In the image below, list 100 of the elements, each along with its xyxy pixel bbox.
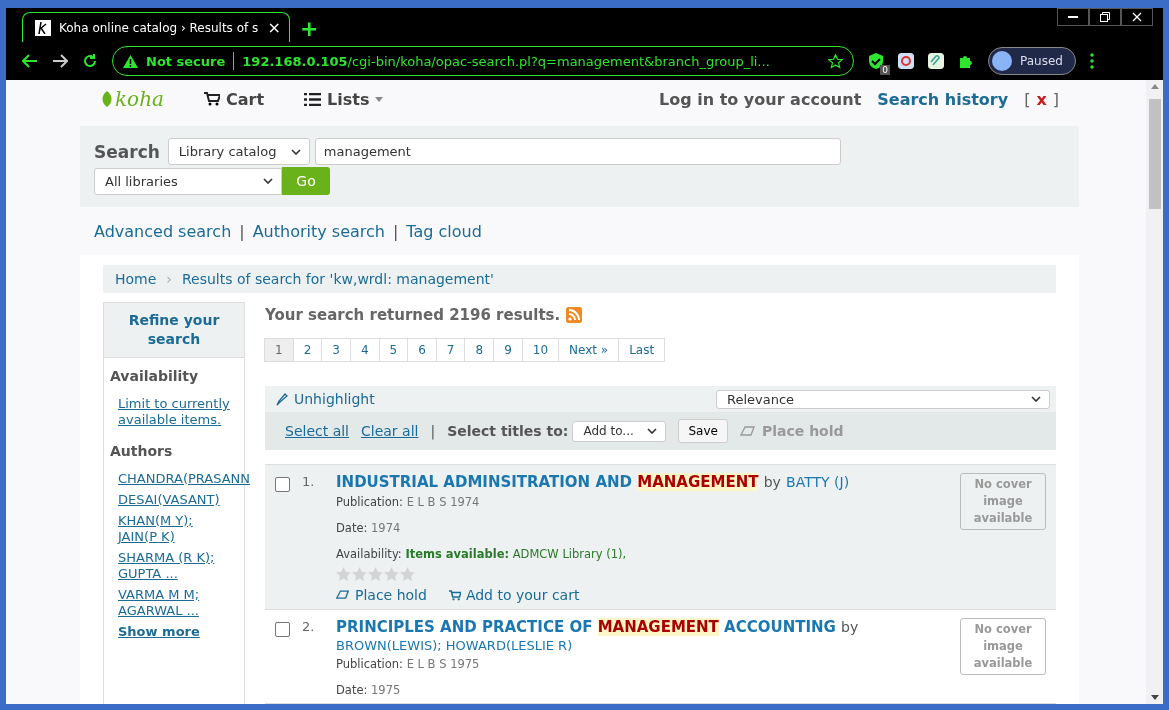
select-all-link[interactable]: Select all — [285, 423, 349, 439]
login-link[interactable]: Log in to your account — [658, 89, 862, 109]
minimize-button[interactable] — [1057, 8, 1089, 26]
clear-history-button[interactable]: x — [1036, 89, 1047, 109]
search-link[interactable]: Authority search — [252, 221, 385, 241]
save-button[interactable]: Save — [678, 419, 728, 443]
camera-extension-icon[interactable] — [898, 53, 914, 69]
cart-link[interactable]: Cart — [203, 89, 265, 109]
facet-link[interactable]: DESAI(VASANT) — [118, 492, 228, 508]
search-history-link[interactable]: Search history — [877, 89, 1009, 109]
no-cover-text: No cover image available — [973, 622, 1033, 670]
facet-link[interactable]: KHAN(M Y); JAIN(P K) — [118, 513, 228, 545]
close-icon — [1132, 12, 1142, 22]
search-link[interactable]: Tag cloud — [406, 221, 482, 241]
breadcrumb-link[interactable]: Home — [115, 271, 157, 287]
author-link[interactable]: BROWN(LEWIS); HOWARD(LESLIE R) — [336, 638, 948, 653]
facet-heading: Authors — [110, 443, 174, 459]
search-link[interactable]: Advanced search — [94, 221, 232, 241]
record-title[interactable]: PRINCIPLES AND PRACTICE OF MANAGEMENT ACCOUNTING by — [336, 618, 948, 636]
separator-text: | — [239, 221, 245, 241]
results-summary: Your search returned 2196 results. — [265, 306, 561, 324]
page-link[interactable]: Last — [618, 338, 666, 362]
security-label: Not secure — [146, 53, 226, 69]
page-link[interactable]: 3 — [321, 338, 351, 362]
browser-tab[interactable]: Koha online catalog › Results of s × — [22, 12, 290, 42]
show-more-link[interactable]: Show more — [118, 624, 244, 640]
profile-button[interactable]: Paused — [988, 47, 1076, 75]
unhighlight-link[interactable]: Unhighlight — [275, 391, 375, 407]
facet-link[interactable]: Limit to currently available items. — [118, 396, 230, 428]
place-hold-link[interactable]: Place hold — [336, 587, 427, 603]
page-link[interactable]: Next » — [558, 338, 620, 362]
scope-dropdown[interactable]: Library catalog — [167, 138, 310, 165]
rating-star-icon[interactable] — [384, 567, 399, 581]
record-number: 2. — [302, 618, 316, 636]
breadcrumb-separator: › — [166, 271, 172, 287]
library-dropdown[interactable]: All libraries — [94, 167, 282, 195]
new-tab-button[interactable]: + — [300, 15, 319, 41]
publication-text: Publication: E L B S 1975 — [336, 657, 481, 671]
rating-star-icon[interactable] — [352, 567, 367, 581]
restore-icon — [1100, 12, 1110, 22]
clear-all-link[interactable]: Clear all — [361, 423, 419, 439]
rating-star-icon[interactable] — [368, 567, 383, 581]
separator-text: | — [392, 221, 399, 241]
record-title[interactable]: INDUSTRIAL ADMINSITRATION AND MANAGEMENT by BATTY (J) — [336, 473, 948, 491]
koha-favicon-icon — [35, 19, 51, 36]
star-icon[interactable] — [828, 53, 843, 69]
close-window-button[interactable] — [1121, 8, 1153, 26]
availability-text: Availability: Items available: ADMCW Library (1), — [336, 547, 628, 561]
add-to-dropdown[interactable]: Add to... — [572, 420, 667, 442]
list-icon — [304, 92, 322, 106]
page-link[interactable]: 5 — [378, 338, 409, 362]
page-link[interactable]: 9 — [493, 338, 523, 362]
shield-extension-icon[interactable] — [868, 53, 884, 69]
page-link[interactable]: 1 — [264, 338, 294, 362]
scroll-up-icon[interactable] — [1150, 84, 1159, 89]
tab-close-button[interactable]: × — [267, 18, 281, 37]
facet-link[interactable]: VARMA M M; AGARWAL ... — [118, 587, 228, 619]
breadcrumb-link[interactable]: Results of search for 'kw,wrdl: management' — [181, 271, 494, 287]
page-link[interactable]: 2 — [292, 338, 323, 362]
facet-link[interactable]: CHANDRA(PRASANN — [118, 471, 251, 487]
date-text: Date: 1974 — [336, 521, 402, 535]
facet-link[interactable]: SHARMA (R K); GUPTA ... — [118, 550, 228, 582]
clip-extension-icon[interactable] — [928, 53, 944, 69]
restore-button[interactable] — [1089, 8, 1121, 26]
puzzle-icon[interactable] — [958, 53, 974, 69]
page-link[interactable]: 6 — [407, 338, 437, 362]
add-to-cart-link[interactable]: Add to your cart — [448, 587, 580, 603]
back-icon[interactable] — [22, 54, 38, 68]
forward-icon[interactable] — [52, 54, 68, 68]
scroll-thumb[interactable] — [1148, 99, 1161, 209]
page-link[interactable]: 4 — [349, 338, 380, 362]
page-link[interactable]: 10 — [521, 338, 560, 362]
refine-title: Refine your search — [104, 303, 244, 358]
search-field[interactable]: management — [314, 138, 841, 165]
reload-icon[interactable] — [82, 53, 98, 69]
author-link[interactable]: BATTY (J) — [786, 474, 850, 490]
publication-text: Publication: E L B S 1974 — [336, 495, 481, 509]
search-label: Search — [94, 141, 160, 162]
page-link[interactable]: 7 — [435, 338, 466, 362]
caret-icon — [375, 96, 384, 102]
rating-star-icon[interactable] — [400, 567, 415, 581]
sort-dropdown[interactable]: Relevance — [716, 389, 1050, 409]
leaf-icon — [100, 91, 114, 107]
minimize-icon — [1068, 16, 1078, 18]
bracket-text: [ — [1024, 89, 1031, 109]
date-text: Date: 1975 — [336, 683, 402, 697]
page-link[interactable]: 8 — [464, 338, 495, 362]
cart-icon — [203, 92, 220, 106]
hold-icon — [739, 425, 756, 437]
warning-icon — [123, 54, 138, 68]
hold-icon — [336, 590, 350, 600]
url-text: 192.168.0.105/cgi-bin/koha/opac-search.pl?q=management&branch_group_li... — [242, 53, 770, 69]
record-checkbox[interactable] — [275, 622, 290, 637]
menu-icon[interactable] — [1089, 53, 1094, 69]
rating-star-icon[interactable] — [336, 567, 351, 581]
chevron-down-icon — [1031, 396, 1041, 402]
scroll-down-icon[interactable] — [1150, 695, 1159, 700]
chevron-down-icon — [263, 178, 273, 184]
record-checkbox[interactable] — [275, 477, 290, 492]
lists-menu[interactable]: Lists — [304, 89, 384, 109]
